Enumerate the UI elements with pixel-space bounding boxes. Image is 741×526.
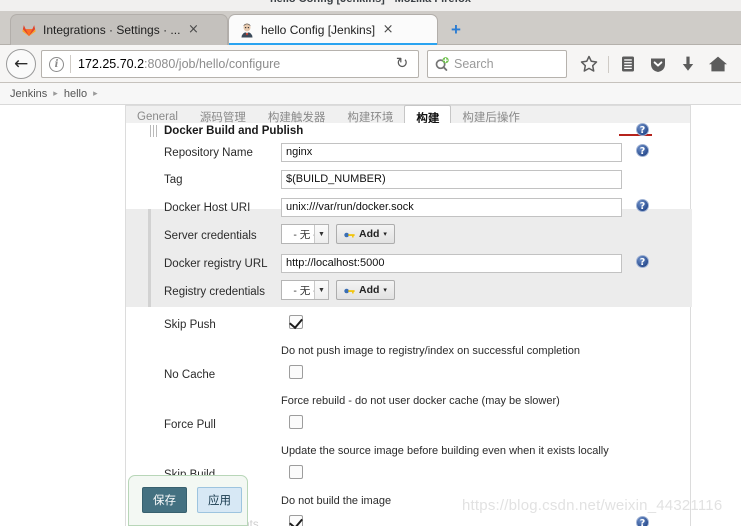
page-body: General 源码管理 构建触发器 构建环境 构建 构建后操作 Docker …	[0, 105, 741, 526]
bookmark-star-icon[interactable]	[578, 53, 600, 75]
field-label-no-cache: No Cache	[164, 369, 216, 381]
search-bar[interactable]: Search	[427, 50, 567, 78]
site-info-icon[interactable]: i	[49, 56, 64, 72]
browser-tab-jenkins[interactable]: hello Config [Jenkins] ×	[228, 14, 438, 45]
apply-button[interactable]: 应用	[197, 487, 242, 513]
field-label-tag: Tag	[164, 174, 183, 186]
key-icon	[344, 286, 355, 294]
url-path: :8080/job/hello/configure	[144, 57, 281, 71]
help-icon[interactable]: ?	[636, 199, 649, 212]
builder-title: Docker Build and Publish	[164, 124, 304, 137]
search-icon	[434, 56, 452, 72]
library-icon[interactable]	[617, 53, 639, 75]
builder-header: Docker Build and Publish	[150, 123, 690, 138]
browser-tab-title: Integrations · Settings · ...	[43, 23, 181, 37]
create-fingerprints-checkbox[interactable]	[289, 515, 303, 526]
registry-credentials-group: - 无 - ▼ Add ▾	[281, 280, 395, 300]
add-server-credentials-button[interactable]: Add ▾	[336, 224, 395, 244]
registry-credentials-select[interactable]: - 无 - ▼	[281, 280, 329, 300]
config-form-area: General 源码管理 构建触发器 构建环境 构建 构建后操作 Docker …	[102, 105, 741, 526]
docker-registry-url-input[interactable]: http://localhost:5000	[281, 254, 622, 273]
breadcrumb-item-jenkins[interactable]: Jenkins	[10, 88, 47, 100]
browser-tab-title: hello Config [Jenkins]	[261, 23, 376, 37]
help-icon[interactable]: ?	[636, 123, 649, 136]
downloads-icon[interactable]	[677, 53, 699, 75]
chevron-down-icon: ▾	[383, 287, 387, 294]
skip-build-checkbox[interactable]	[289, 465, 303, 479]
add-label: Add	[359, 228, 380, 240]
close-icon[interactable]: ×	[186, 23, 200, 37]
gitlab-fox-icon	[21, 22, 37, 38]
field-label-force-pull: Force Pull	[164, 419, 216, 431]
breadcrumb: Jenkins ▸ hello ▸	[0, 83, 741, 105]
chevron-right-icon: ▸	[53, 88, 58, 98]
browser-window: hello Config [Jenkins] - Mozilla Firefox…	[0, 0, 741, 526]
pocket-icon[interactable]	[647, 53, 669, 75]
url-bar[interactable]: i 172.25.70.2:8080/job/hello/configure ↻	[41, 50, 419, 78]
help-icon[interactable]: ?	[636, 144, 649, 157]
toolbar-icon-group	[578, 50, 729, 78]
left-gutter	[0, 105, 102, 526]
back-arrow-icon: ←	[14, 54, 29, 74]
repository-name-input[interactable]: nginx	[281, 143, 622, 162]
key-icon	[344, 230, 355, 238]
add-registry-credentials-button[interactable]: Add ▾	[336, 280, 395, 300]
chevron-down-icon[interactable]: ▼	[314, 281, 328, 299]
new-tab-button[interactable]: +	[447, 21, 465, 39]
tab-strip: Integrations · Settings · ... × hello Co…	[0, 11, 741, 45]
watermark: https://blog.csdn.net/weixin_44321116	[462, 497, 723, 514]
skip-push-checkbox[interactable]	[289, 315, 303, 329]
url-host: 172.25.70.2	[78, 57, 145, 71]
window-titlebar: hello Config [Jenkins] - Mozilla Firefox	[0, 0, 741, 11]
chevron-down-icon[interactable]: ▼	[314, 225, 328, 243]
url-divider	[70, 55, 71, 73]
field-label-skip-push: Skip Push	[164, 319, 216, 331]
docker-host-uri-input[interactable]: unix:///var/run/docker.sock	[281, 198, 622, 217]
field-label-repository-name: Repository Name	[164, 147, 253, 159]
breadcrumb-item-hello[interactable]: hello	[64, 88, 87, 100]
tag-input[interactable]: $(BUILD_NUMBER)	[281, 170, 622, 189]
jenkins-butler-icon	[239, 22, 255, 38]
delete-builder-link[interactable]	[619, 134, 652, 136]
drag-handle-icon[interactable]	[150, 124, 157, 137]
server-credentials-select[interactable]: - 无 - ▼	[281, 224, 329, 244]
group-accent-bar	[148, 209, 151, 307]
save-button[interactable]: 保存	[142, 487, 187, 513]
builder-panel: Docker Build and Publish ? Repository Na…	[125, 123, 692, 526]
navigation-toolbar: ← i 172.25.70.2:8080/job/hello/configure…	[0, 45, 741, 83]
no-cache-checkbox[interactable]	[289, 365, 303, 379]
add-label: Add	[359, 284, 380, 296]
back-button[interactable]: ←	[6, 49, 36, 79]
chevron-down-icon: ▾	[383, 231, 387, 238]
field-label-registry-credentials: Registry credentials	[164, 286, 265, 298]
field-label-server-credentials: Server credentials	[164, 230, 257, 242]
hint-skip-build: Do not build the image	[281, 495, 392, 507]
field-label-docker-host-uri: Docker Host URI	[164, 202, 251, 214]
home-icon[interactable]	[707, 53, 729, 75]
reload-icon[interactable]: ↻	[394, 56, 410, 72]
window-title: hello Config [Jenkins] - Mozilla Firefox	[0, 0, 741, 5]
search-input[interactable]: Search	[454, 57, 494, 71]
save-bar: 保存 应用	[128, 475, 248, 526]
chevron-right-icon: ▸	[93, 88, 98, 98]
url-text: 172.25.70.2:8080/job/hello/configure	[78, 57, 280, 71]
help-icon[interactable]: ?	[636, 516, 649, 526]
close-icon[interactable]: ×	[381, 23, 395, 37]
server-credentials-group: - 无 - ▼ Add ▾	[281, 224, 395, 244]
hint-force-pull: Update the source image before building …	[281, 445, 609, 457]
help-icon[interactable]: ?	[636, 255, 649, 268]
force-pull-checkbox[interactable]	[289, 415, 303, 429]
hint-skip-push: Do not push image to registry/index on s…	[281, 345, 580, 357]
toolbar-divider	[608, 55, 609, 73]
browser-tab-gitlab[interactable]: Integrations · Settings · ... ×	[10, 14, 228, 45]
field-label-docker-registry-url: Docker registry URL	[164, 258, 268, 270]
hint-no-cache: Force rebuild - do not user docker cache…	[281, 395, 560, 407]
